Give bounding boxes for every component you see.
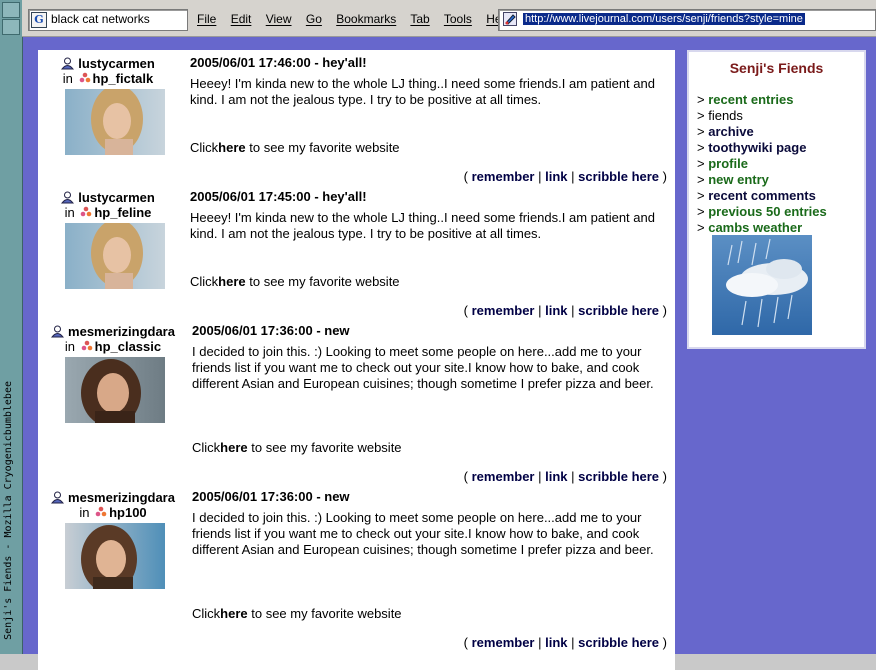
entry-user: mesmerizingdara in hp100 xyxy=(38,490,188,520)
username-link[interactable]: mesmerizingdara xyxy=(68,490,175,505)
sidebar-item-new-entry[interactable]: > new entry xyxy=(697,172,827,188)
community-link[interactable]: hp_fictalk xyxy=(93,71,154,86)
user-avatar xyxy=(65,523,165,589)
search-input[interactable]: black cat networks xyxy=(51,12,150,26)
sidebar-title: Senji's Fiends xyxy=(729,60,824,76)
entry-links: ( remember | link | scribble here ) xyxy=(463,169,667,184)
entry-click-line: Clickhere to see my favorite website xyxy=(192,440,402,455)
window-shade-button[interactable] xyxy=(2,19,20,35)
entry-links: ( remember | link | scribble here ) xyxy=(463,635,667,650)
user-avatar xyxy=(65,89,165,155)
username-link[interactable]: lustycarmen xyxy=(78,56,155,71)
menu-tab[interactable]: Tab xyxy=(410,12,429,26)
user-icon xyxy=(61,57,75,70)
scribble-link[interactable]: scribble here xyxy=(578,635,659,650)
entry-body: I decided to join this. :) Looking to me… xyxy=(192,510,654,557)
scribble-link[interactable]: scribble here xyxy=(578,303,659,318)
menu-go[interactable]: Go xyxy=(306,12,322,26)
user-icon xyxy=(51,491,65,504)
community-icon xyxy=(95,506,107,517)
user-avatar xyxy=(65,357,165,423)
window-menu-button[interactable] xyxy=(2,2,20,18)
username-link[interactable]: lustycarmen xyxy=(78,190,155,205)
menu-bar: File Edit View Go Bookmarks Tab Tools He… xyxy=(197,12,522,26)
window-title-strip: Senji's Fiends - Mozilla Cryogenicbumble… xyxy=(0,0,23,654)
friends-list: lustycarmen in hp_fictalk 2005/06/01 17:… xyxy=(38,50,675,670)
sidebar-item-profile[interactable]: > profile xyxy=(697,156,827,172)
sidebar-item-fiends: > fiends xyxy=(697,108,743,123)
here-link[interactable]: here xyxy=(220,440,247,455)
sidebar: Senji's Fiends > recent entries > fiends… xyxy=(687,50,866,349)
weather-icon[interactable] xyxy=(712,235,812,335)
remember-link[interactable]: remember xyxy=(472,635,535,650)
url-bar[interactable]: http://www.livejournal.com/users/senji/f… xyxy=(498,9,876,31)
entry-body: Heeey! I'm kinda new to the whole LJ thi… xyxy=(190,76,655,107)
entry-title: 2005/06/01 17:46:00 - hey'all! xyxy=(190,55,367,70)
community-link[interactable]: hp_feline xyxy=(94,205,151,220)
link-link[interactable]: link xyxy=(545,303,567,318)
search-box[interactable]: G black cat networks xyxy=(28,9,188,31)
google-icon: G xyxy=(31,12,47,28)
scribble-link[interactable]: scribble here xyxy=(578,469,659,484)
entry-body: I decided to join this. :) Looking to me… xyxy=(192,344,654,391)
sidebar-nav: > recent entries > fiends > archive > to… xyxy=(697,92,827,236)
entry-click-line: Clickhere to see my favorite website xyxy=(190,274,400,289)
username-link[interactable]: mesmerizingdara xyxy=(68,324,175,339)
link-link[interactable]: link xyxy=(545,169,567,184)
remember-link[interactable]: remember xyxy=(472,169,535,184)
here-link[interactable]: here xyxy=(218,140,245,155)
entry-title: 2005/06/01 17:36:00 - new xyxy=(192,489,350,504)
sidebar-item-archive[interactable]: > archive xyxy=(697,124,827,140)
page-content: lustycarmen in hp_fictalk 2005/06/01 17:… xyxy=(23,37,876,670)
community-icon xyxy=(81,340,92,351)
menu-view[interactable]: View xyxy=(266,12,292,26)
community-link[interactable]: hp100 xyxy=(109,505,147,520)
sidebar-item-cambs-weather[interactable]: > cambs weather xyxy=(697,220,827,236)
community-icon xyxy=(81,206,92,217)
here-link[interactable]: here xyxy=(218,274,245,289)
user-icon xyxy=(61,191,75,204)
menu-bookmarks[interactable]: Bookmarks xyxy=(336,12,396,26)
scribble-link[interactable]: scribble here xyxy=(578,169,659,184)
entry-links: ( remember | link | scribble here ) xyxy=(463,469,667,484)
entry-click-line: Clickhere to see my favorite website xyxy=(190,140,400,155)
menu-tools[interactable]: Tools xyxy=(444,12,472,26)
entry-title: 2005/06/01 17:36:00 - new xyxy=(192,323,350,338)
sidebar-item-toothywiki[interactable]: > toothywiki page xyxy=(697,140,827,156)
community-link[interactable]: hp_classic xyxy=(95,339,162,354)
menu-edit[interactable]: Edit xyxy=(231,12,252,26)
entry-click-line: Clickhere to see my favorite website xyxy=(192,606,402,621)
window-title: Senji's Fiends - Mozilla Cryogenicbumble… xyxy=(3,381,14,640)
user-avatar xyxy=(65,223,165,289)
page-icon xyxy=(503,12,517,26)
sidebar-item-recent-comments[interactable]: > recent comments xyxy=(697,188,827,204)
entry-user: mesmerizingdara in hp_classic xyxy=(38,324,188,354)
entry-user: lustycarmen in hp_feline xyxy=(48,190,168,220)
browser-toolbar: G black cat networks File Edit View Go B… xyxy=(22,0,876,37)
community-icon xyxy=(79,72,90,83)
menu-file[interactable]: File xyxy=(197,12,216,26)
link-link[interactable]: link xyxy=(545,469,567,484)
entry-body: Heeey! I'm kinda new to the whole LJ thi… xyxy=(190,210,655,241)
remember-link[interactable]: remember xyxy=(472,303,535,318)
here-link[interactable]: here xyxy=(220,606,247,621)
url-input[interactable]: http://www.livejournal.com/users/senji/f… xyxy=(523,13,805,25)
sidebar-item-previous-50[interactable]: > previous 50 entries xyxy=(697,204,827,220)
entry-user: lustycarmen in hp_fictalk xyxy=(61,56,155,86)
sidebar-item-recent-entries[interactable]: > recent entries xyxy=(697,92,827,108)
link-link[interactable]: link xyxy=(545,635,567,650)
entry-title: 2005/06/01 17:45:00 - hey'all! xyxy=(190,189,367,204)
entry-links: ( remember | link | scribble here ) xyxy=(463,303,667,318)
user-icon xyxy=(51,325,65,338)
remember-link[interactable]: remember xyxy=(472,469,535,484)
